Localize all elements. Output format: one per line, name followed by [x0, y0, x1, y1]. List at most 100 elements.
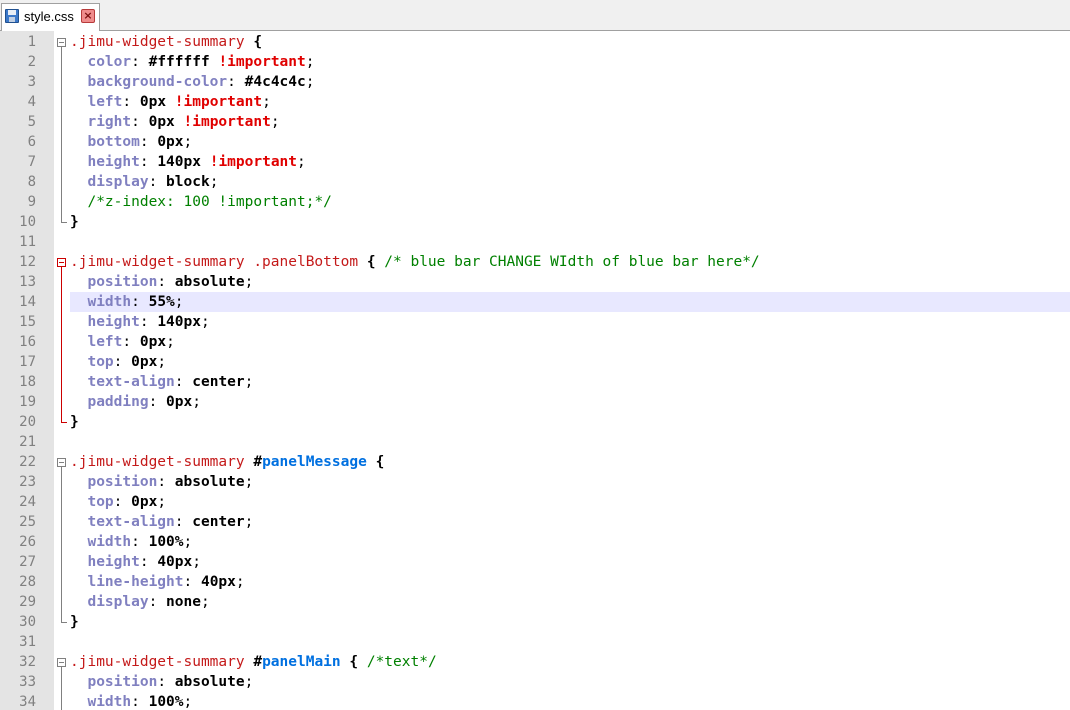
- token: {: [366, 254, 376, 270]
- token: top: [87, 494, 114, 510]
- code-line[interactable]: 19 padding: 0px;: [0, 392, 1070, 412]
- line-number: 28: [19, 574, 36, 590]
- code-line[interactable]: 34 width: 100%;: [0, 692, 1070, 710]
- token: ;: [305, 54, 315, 70]
- line-number: 18: [19, 374, 36, 390]
- token: 40px: [157, 554, 193, 570]
- fold-guide: [57, 692, 68, 710]
- token: text-align: [87, 514, 175, 530]
- code-text: top: 0px;: [70, 352, 166, 372]
- code-line[interactable]: 26 width: 100%;: [0, 532, 1070, 552]
- fold-toggle-icon[interactable]: [57, 452, 68, 472]
- code-text: }: [70, 212, 79, 232]
- token: :: [122, 94, 140, 110]
- code-line[interactable]: 17 top: 0px;: [0, 352, 1070, 372]
- token: ;: [192, 554, 201, 570]
- token: :: [174, 514, 193, 530]
- fold-guide: [57, 132, 68, 152]
- token: }: [70, 414, 79, 430]
- code-text: height: 140px;: [70, 312, 210, 332]
- code-line[interactable]: 32 .jimu-widget-summary #panelMain { /*te…: [0, 652, 1070, 672]
- code-line[interactable]: 8 display: block;: [0, 172, 1070, 192]
- code-line[interactable]: 4 left: 0px !important;: [0, 92, 1070, 112]
- token: ;: [244, 474, 254, 490]
- code-line[interactable]: 28 line-height: 40px;: [0, 572, 1070, 592]
- code-line[interactable]: 14 width: 55%;: [0, 292, 1070, 312]
- code-line[interactable]: 5 right: 0px !important;: [0, 112, 1070, 132]
- code-line[interactable]: 10}: [0, 212, 1070, 232]
- code-line[interactable]: 6 bottom: 0px;: [0, 132, 1070, 152]
- line-number: 27: [19, 554, 36, 570]
- code-line[interactable]: 2 color: #ffffff !important;: [0, 52, 1070, 72]
- token: ;: [192, 394, 201, 410]
- token: :: [174, 374, 193, 390]
- token: 0px: [131, 494, 158, 510]
- code-line[interactable]: 21: [0, 432, 1070, 452]
- token: ;: [244, 274, 254, 290]
- line-number: 4: [27, 94, 36, 110]
- fold-toggle-icon[interactable]: [57, 252, 68, 272]
- token: ;: [200, 594, 210, 610]
- tab-bar: style.css ×: [0, 0, 1070, 31]
- code-text: bottom: 0px;: [70, 132, 192, 152]
- token: ;: [183, 134, 193, 150]
- code-line[interactable]: 9 /*z-index: 100 !important;*/: [0, 192, 1070, 212]
- code-text: .jimu-widget-summary {: [70, 32, 262, 52]
- line-number: 23: [19, 474, 36, 490]
- code-line[interactable]: 31: [0, 632, 1070, 652]
- code-line[interactable]: 3 background-color: #4c4c4c;: [0, 72, 1070, 92]
- close-icon[interactable]: ×: [81, 9, 95, 23]
- token: height: [87, 314, 140, 330]
- code-line[interactable]: 7 height: 140px !important;: [0, 152, 1070, 172]
- code-line[interactable]: 11: [0, 232, 1070, 252]
- line-number: 31: [19, 634, 36, 650]
- token: ;: [200, 314, 210, 330]
- code-line[interactable]: 16 left: 0px;: [0, 332, 1070, 352]
- code-line[interactable]: 24 top: 0px;: [0, 492, 1070, 512]
- code-line[interactable]: 30}: [0, 612, 1070, 632]
- token: ;: [270, 114, 280, 130]
- line-number: 14: [19, 294, 36, 310]
- fold-toggle-icon[interactable]: [57, 32, 68, 52]
- token: position: [87, 674, 158, 690]
- code-line[interactable]: 13 position: absolute;: [0, 272, 1070, 292]
- fold-toggle-icon[interactable]: [57, 652, 68, 672]
- line-number: 21: [19, 434, 36, 450]
- token: panelMessage: [262, 454, 367, 470]
- code-text: .jimu-widget-summary #panelMessage {: [70, 452, 384, 472]
- code-line[interactable]: 25 text-align: center;: [0, 512, 1070, 532]
- line-number: 24: [19, 494, 36, 510]
- token: /*text*/: [366, 654, 437, 670]
- code-line[interactable]: 20}: [0, 412, 1070, 432]
- code-line[interactable]: 29 display: none;: [0, 592, 1070, 612]
- code-line[interactable]: 15 height: 140px;: [0, 312, 1070, 332]
- code-editor[interactable]: 1 .jimu-widget-summary {2 color: #ffffff …: [0, 31, 1070, 710]
- code-line[interactable]: 1 .jimu-widget-summary {: [0, 32, 1070, 52]
- fold-guide: [57, 172, 68, 192]
- line-number: 6: [27, 134, 36, 150]
- code-line[interactable]: 33 position: absolute;: [0, 672, 1070, 692]
- tab-style-css[interactable]: style.css ×: [1, 3, 100, 31]
- code-line[interactable]: 27 height: 40px;: [0, 552, 1070, 572]
- fold-guide: [57, 352, 68, 372]
- code-text: left: 0px !important;: [70, 92, 270, 112]
- token: ;: [297, 154, 306, 170]
- token: #4c4c4c: [244, 74, 306, 90]
- code-line[interactable]: 12 .jimu-widget-summary .panelBottom { /*…: [0, 252, 1070, 272]
- code-line[interactable]: 18 text-align: center;: [0, 372, 1070, 392]
- line-number: 33: [19, 674, 36, 690]
- fold-guide: [57, 92, 68, 112]
- code-line[interactable]: 23 position: absolute;: [0, 472, 1070, 492]
- code-line[interactable]: 22 .jimu-widget-summary #panelMessage {: [0, 452, 1070, 472]
- token: .jimu-widget-summary: [70, 454, 254, 470]
- token: }: [70, 614, 79, 630]
- code-text: line-height: 40px;: [70, 572, 244, 592]
